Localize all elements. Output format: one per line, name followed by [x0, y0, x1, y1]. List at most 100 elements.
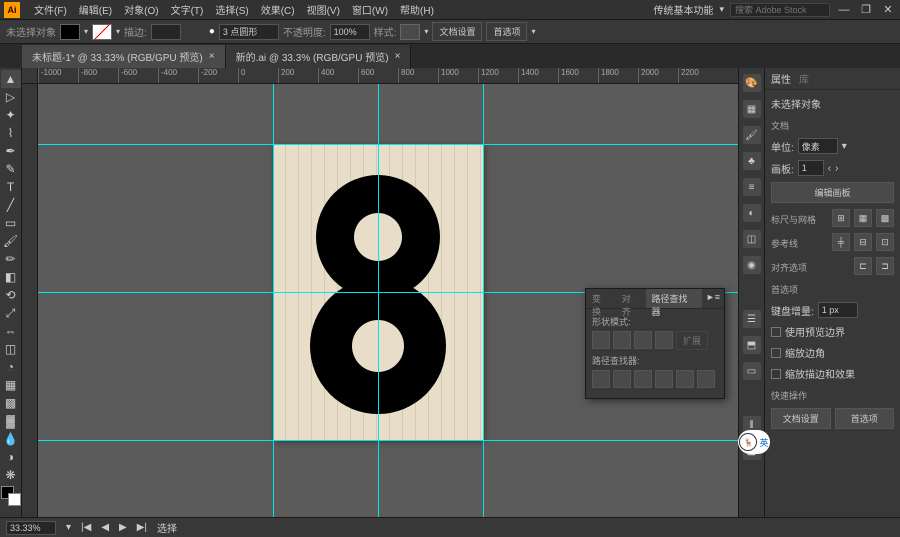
width-tool[interactable]: ⇔ — [1, 322, 21, 340]
stroke-profile[interactable] — [219, 24, 279, 40]
guide-v[interactable] — [483, 84, 484, 517]
panel-menu-icon[interactable]: ►≡ — [702, 289, 724, 308]
zoom-select[interactable] — [6, 521, 56, 535]
unite-icon[interactable] — [592, 331, 610, 349]
menu-type[interactable]: 文字(T) — [165, 2, 210, 17]
minus-back-icon[interactable] — [697, 370, 715, 388]
magic-wand-tool[interactable]: ✦ — [1, 106, 21, 124]
tab-libraries[interactable]: 库 — [799, 71, 809, 86]
selection-tool[interactable]: ▲ — [1, 70, 21, 88]
tab-close-icon[interactable]: × — [395, 51, 401, 62]
nav-prev-icon[interactable]: ◀ — [101, 522, 109, 533]
stroke-icon[interactable]: ≡ — [743, 178, 761, 196]
transparency-icon[interactable]: ◫ — [743, 230, 761, 248]
grid-icon[interactable]: ▦ — [854, 209, 872, 227]
guide-v[interactable] — [378, 84, 379, 517]
menu-select[interactable]: 选择(S) — [209, 2, 254, 17]
artboard-input[interactable] — [798, 160, 824, 176]
blend-tool[interactable]: ◑ — [1, 448, 21, 466]
lock-guides-icon[interactable]: ⊟ — [854, 233, 872, 251]
quick-prefs-button[interactable]: 首选项 — [835, 408, 895, 429]
eraser-tool[interactable]: ◧ — [1, 268, 21, 286]
next-artboard-icon[interactable]: › — [835, 163, 838, 174]
ruler-icon[interactable]: ⊞ — [832, 209, 850, 227]
layers-icon[interactable]: ☰ — [743, 310, 761, 328]
exclude-icon[interactable] — [655, 331, 673, 349]
menu-effect[interactable]: 效果(C) — [255, 2, 301, 17]
trim-icon[interactable] — [613, 370, 631, 388]
free-transform-tool[interactable]: ◫ — [1, 340, 21, 358]
graphic-style[interactable] — [400, 24, 420, 40]
ime-indicator[interactable]: 🦌 英 — [738, 430, 770, 454]
curvature-tool[interactable]: ✎ — [1, 160, 21, 178]
nav-first-icon[interactable]: |◀ — [81, 522, 91, 533]
tab-align[interactable]: 对齐 — [616, 289, 646, 308]
tab-transform[interactable]: 变换 — [586, 289, 616, 308]
outline-icon[interactable] — [676, 370, 694, 388]
menu-window[interactable]: 窗口(W) — [346, 2, 394, 17]
rectangle-tool[interactable]: ▭ — [1, 214, 21, 232]
guide-v[interactable] — [273, 84, 274, 517]
workspace-switcher[interactable]: 传统基本功能 — [653, 2, 713, 17]
key-increment-input[interactable] — [818, 302, 858, 318]
type-tool[interactable]: T — [1, 178, 21, 196]
lasso-tool[interactable]: ⌇ — [1, 124, 21, 142]
prefs-button[interactable]: 首选项 — [486, 22, 527, 41]
perspective-tool[interactable]: ▦ — [1, 376, 21, 394]
guide-h[interactable] — [38, 144, 738, 145]
scale-tool[interactable]: ⤢ — [1, 304, 21, 322]
pencil-tool[interactable]: ✏ — [1, 250, 21, 268]
eyedropper-tool[interactable]: 💧 — [1, 430, 21, 448]
menu-object[interactable]: 对象(O) — [118, 2, 164, 17]
minus-front-icon[interactable] — [613, 331, 631, 349]
intersect-icon[interactable] — [634, 331, 652, 349]
direct-selection-tool[interactable]: ▷ — [1, 88, 21, 106]
doc-tab-1[interactable]: 未标题-1* @ 33.33% (RGB/GPU 预览) × — [22, 45, 226, 68]
nav-next-icon[interactable]: ▶ — [119, 522, 127, 533]
mesh-tool[interactable]: ▩ — [1, 394, 21, 412]
stroke-swatch[interactable] — [92, 24, 112, 40]
minimize-button[interactable]: — — [836, 3, 852, 17]
unit-select[interactable] — [798, 138, 838, 154]
quick-doc-setup-button[interactable]: 文档设置 — [771, 408, 831, 429]
divide-icon[interactable] — [592, 370, 610, 388]
smart-guides-icon[interactable]: ⊡ — [876, 233, 894, 251]
paintbrush-tool[interactable]: 🖌 — [1, 232, 21, 250]
shape-builder-tool[interactable]: ◔ — [1, 358, 21, 376]
gradient-tool[interactable]: ▓ — [1, 412, 21, 430]
chk-scale-corners[interactable]: 缩放边角 — [771, 345, 894, 360]
show-guides-icon[interactable]: ╪ — [832, 233, 850, 251]
tab-properties[interactable]: 属性 — [771, 71, 791, 86]
stroke-weight-input[interactable] — [151, 24, 181, 40]
pen-tool[interactable]: ✒ — [1, 142, 21, 160]
asset-export-icon[interactable]: ⬒ — [743, 336, 761, 354]
swatches-icon[interactable]: ▦ — [743, 100, 761, 118]
snap-point-icon[interactable]: ⊐ — [876, 257, 894, 275]
tab-pathfinder[interactable]: 路径查找器 — [646, 289, 702, 308]
fill-swatch[interactable] — [60, 24, 80, 40]
gradient-icon[interactable]: ◐ — [743, 204, 761, 222]
chk-scale-strokes[interactable]: 缩放描边和效果 — [771, 366, 894, 381]
opacity-input[interactable] — [330, 24, 370, 40]
symbol-sprayer-tool[interactable]: ❋ — [1, 466, 21, 484]
prev-artboard-icon[interactable]: ‹ — [828, 163, 831, 174]
symbols-icon[interactable]: ♣ — [743, 152, 761, 170]
ruler-origin[interactable] — [22, 68, 38, 84]
stroke-color[interactable] — [8, 493, 21, 506]
menu-edit[interactable]: 编辑(E) — [73, 2, 118, 17]
tab-close-icon[interactable]: × — [209, 51, 215, 62]
fill-stroke-control[interactable] — [1, 486, 21, 506]
doc-setup-button[interactable]: 文档设置 — [432, 22, 482, 41]
edit-artboard-button[interactable]: 编辑画板 — [771, 182, 894, 203]
horizontal-ruler[interactable]: -1000-800-600-400-2000200400600800100012… — [38, 68, 738, 84]
merge-icon[interactable] — [634, 370, 652, 388]
chk-preview-bounds[interactable]: 使用预览边界 — [771, 324, 894, 339]
menu-view[interactable]: 视图(V) — [301, 2, 346, 17]
appearance-icon[interactable]: ◉ — [743, 256, 761, 274]
restore-button[interactable]: ❐ — [858, 3, 874, 17]
line-tool[interactable]: ╱ — [1, 196, 21, 214]
close-button[interactable]: ✕ — [880, 3, 896, 17]
rotate-tool[interactable]: ⟲ — [1, 286, 21, 304]
doc-tab-2[interactable]: 新的.ai @ 33.3% (RGB/GPU 预览) × — [226, 45, 412, 68]
search-input[interactable] — [730, 3, 830, 17]
